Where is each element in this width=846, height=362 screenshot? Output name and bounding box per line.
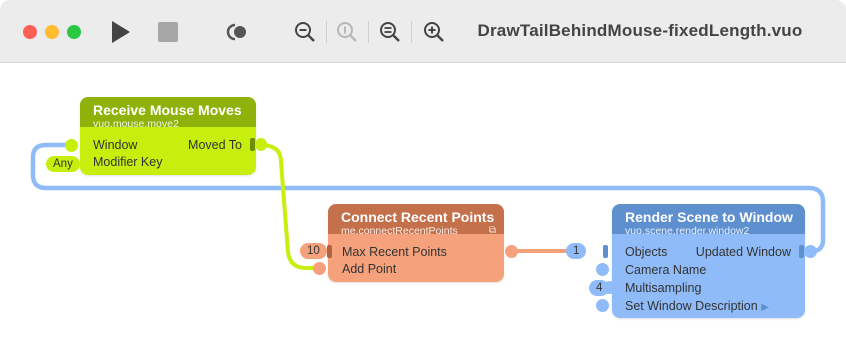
expand-arrow-icon[interactable]: ▶	[761, 302, 769, 313]
port-label-max-recent-points: Max Recent Points	[342, 245, 447, 259]
node-header[interactable]: Connect Recent Points me.connectRecentPo…	[328, 204, 504, 237]
input-port-add-point[interactable]	[313, 262, 326, 275]
constant-objects[interactable]: 1	[566, 243, 587, 259]
port-label-objects: Objects	[625, 245, 668, 259]
node-header[interactable]: Receive Mouse Moves vuo.mouse.move2	[80, 97, 256, 130]
node-title: Receive Mouse Moves	[93, 102, 242, 118]
output-port-moved-to-connector[interactable]	[255, 138, 267, 151]
node-header[interactable]: Render Scene to Window vuo.scene.render.…	[612, 204, 805, 237]
port-label-multisampling: Multisampling	[625, 281, 702, 295]
constant-max-recent-points[interactable]: 10	[300, 243, 327, 259]
input-port-camera-name[interactable]	[596, 263, 609, 276]
port-label-moved-to: Moved To	[188, 138, 242, 152]
node-title: Render Scene to Window	[625, 209, 793, 225]
port-label-camera-name: Camera Name	[625, 263, 707, 277]
node-connect-recent-points[interactable]: Connect Recent Points me.connectRecentPo…	[328, 204, 504, 282]
composition-window: DrawTailBehindMouse-fixedLength.vuo Rece…	[0, 0, 846, 362]
output-port-updated-window-connector[interactable]	[804, 245, 817, 258]
input-port-objects[interactable]	[603, 245, 608, 258]
node-title: Connect Recent Points	[341, 209, 495, 225]
port-label-updated-window: Updated Window	[695, 245, 791, 259]
input-port-window[interactable]	[65, 139, 78, 152]
input-port-set-window-description[interactable]	[596, 299, 609, 312]
node-receive-mouse-moves[interactable]: Receive Mouse Moves vuo.mouse.move2 Wind…	[80, 97, 256, 175]
node-body: Objects Camera Name Multisampling Set Wi…	[612, 234, 805, 318]
constant-modifier-key[interactable]: Any	[46, 156, 80, 172]
port-label-set-window-description: Set Window Description ▶	[625, 299, 769, 315]
node-render-scene-to-window[interactable]: Render Scene to Window vuo.scene.render.…	[612, 204, 805, 318]
port-label-window: Window	[93, 138, 138, 152]
set-window-description-label: Set Window Description	[625, 299, 758, 313]
input-port-multisampling[interactable]	[603, 281, 616, 294]
node-body: Window Modifier Key Moved To	[80, 127, 256, 175]
port-label-modifier-key: Modifier Key	[93, 155, 163, 169]
port-label-add-point: Add Point	[342, 262, 397, 276]
output-port-connected-points[interactable]	[505, 245, 518, 258]
input-port-max-recent-points[interactable]	[327, 245, 332, 258]
node-body: Max Recent Points Add Point	[328, 234, 504, 282]
